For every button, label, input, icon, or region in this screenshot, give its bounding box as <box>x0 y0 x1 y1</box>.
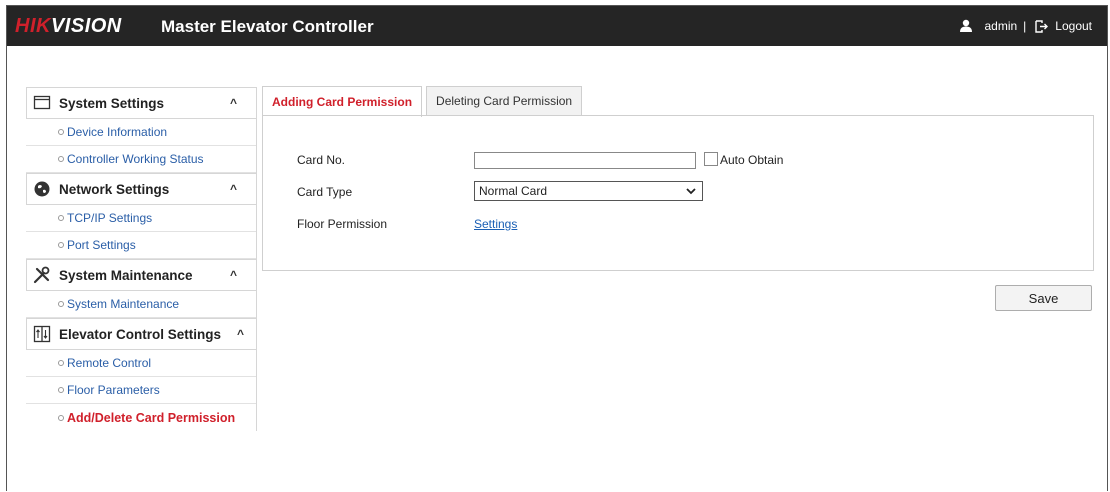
window-icon <box>33 95 51 110</box>
logout-link[interactable]: Logout <box>1055 19 1092 33</box>
form-panel: Card No. Auto Obtain Card Type Normal Ca… <box>262 115 1094 271</box>
sidebar-item-remote-control[interactable]: Remote Control <box>26 350 256 377</box>
section-label: Elevator Control Settings <box>59 326 222 342</box>
bullet-icon <box>58 414 64 421</box>
sidebar-item-floor-parameters[interactable]: Floor Parameters <box>26 377 256 404</box>
sidebar-item-controller-working-status[interactable]: Controller Working Status <box>26 146 256 173</box>
caret-up-icon[interactable]: ^ <box>230 182 237 196</box>
sidebar-section-network-settings[interactable]: Network Settings ^ <box>26 173 256 205</box>
floor-permission-settings-link[interactable]: Settings <box>474 217 517 231</box>
floor-permission-label: Floor Permission <box>297 217 388 231</box>
separator: | <box>1023 19 1027 33</box>
bullet-icon <box>58 301 64 307</box>
bullet-icon <box>58 387 64 393</box>
auto-obtain-checkbox[interactable] <box>704 152 718 166</box>
sidebar-item-port-settings[interactable]: Port Settings <box>26 232 256 259</box>
card-type-select[interactable]: Normal Card <box>474 181 703 201</box>
card-type-value: Normal Card <box>479 184 548 198</box>
sidebar: System Settings ^ Device Information Con… <box>26 87 257 431</box>
tab-bar: Adding Card Permission Deleting Card Per… <box>262 86 586 117</box>
globe-icon <box>34 181 50 197</box>
section-label: Network Settings <box>59 181 170 197</box>
sidebar-section-system-settings[interactable]: System Settings ^ <box>26 87 256 119</box>
caret-up-icon[interactable]: ^ <box>230 268 237 282</box>
header-bar: HIKVISION Master Elevator Controller adm… <box>7 6 1107 46</box>
elevator-icon <box>33 325 51 343</box>
sidebar-item-system-maintenance[interactable]: System Maintenance <box>26 291 256 318</box>
sidebar-section-system-maintenance[interactable]: System Maintenance ^ <box>26 259 256 291</box>
app-title: Master Elevator Controller <box>161 17 374 36</box>
bullet-icon <box>58 242 64 248</box>
tab-deleting-card-permission[interactable]: Deleting Card Permission <box>426 86 583 115</box>
sidebar-section-elevator-control-settings[interactable]: Elevator Control Settings ^ <box>26 318 256 350</box>
section-label: System Settings <box>59 95 165 111</box>
logout-icon[interactable] <box>1035 19 1049 33</box>
hikvision-logo: HIKVISION <box>15 15 122 37</box>
card-no-label: Card No. <box>297 153 346 167</box>
sidebar-item-device-information[interactable]: Device Information <box>26 119 256 146</box>
sidebar-item-add-delete-card-permission[interactable]: Add/Delete Card Permission <box>26 404 256 431</box>
chevron-down-icon <box>686 188 696 195</box>
caret-up-icon[interactable]: ^ <box>237 327 244 341</box>
user-area: admin | Logout <box>959 19 1095 33</box>
sidebar-item-tcpip-settings[interactable]: TCP/IP Settings <box>26 205 256 232</box>
save-button[interactable]: Save <box>995 285 1092 311</box>
bullet-icon <box>58 215 64 221</box>
username[interactable]: admin <box>984 19 1017 33</box>
tools-icon <box>33 266 50 284</box>
section-label: System Maintenance <box>59 267 193 283</box>
bullet-icon <box>58 156 64 162</box>
bullet-icon <box>58 129 64 135</box>
auto-obtain-label: Auto Obtain <box>720 153 784 167</box>
caret-up-icon[interactable]: ^ <box>230 96 237 110</box>
tab-adding-card-permission[interactable]: Adding Card Permission <box>262 86 423 117</box>
card-no-input[interactable] <box>474 152 696 169</box>
bullet-icon <box>58 360 64 366</box>
user-icon <box>960 19 973 32</box>
card-type-label: Card Type <box>297 185 353 199</box>
